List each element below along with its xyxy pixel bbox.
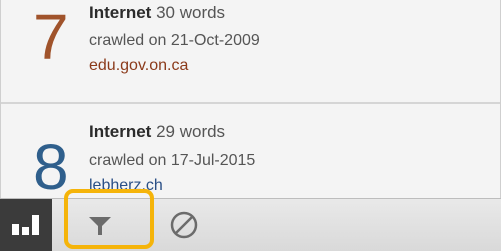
chart-button[interactable] [0, 199, 52, 251]
result-crawl-date: crawled on 21-Oct-2009 [89, 32, 260, 49]
result-source: Internet [89, 122, 152, 141]
result-item[interactable]: 8 Internet 29 words crawled on 17-Jul-20… [1, 104, 500, 198]
result-header: Internet 30 words [89, 3, 225, 23]
result-word-count: 30 words [156, 3, 226, 22]
clear-filter-button[interactable] [166, 207, 202, 243]
bottom-toolbar [0, 189, 501, 251]
result-crawl-date: crawled on 17-Jul-2015 [89, 152, 256, 169]
result-rank: 7 [33, 1, 69, 73]
filter-highlight [64, 189, 154, 249]
results-panel: 7 Internet 30 words crawled on 21-Oct-20… [0, 0, 501, 198]
result-header: Internet 29 words [89, 122, 225, 142]
result-rank: 8 [33, 131, 69, 198]
cancel-icon [170, 211, 198, 239]
result-item[interactable]: 7 Internet 30 words crawled on 21-Oct-20… [1, 0, 500, 102]
result-word-count: 29 words [156, 122, 226, 141]
bar-chart-icon [12, 215, 39, 235]
result-source: Internet [89, 3, 152, 22]
result-url-link[interactable]: edu.gov.on.ca [89, 57, 188, 75]
